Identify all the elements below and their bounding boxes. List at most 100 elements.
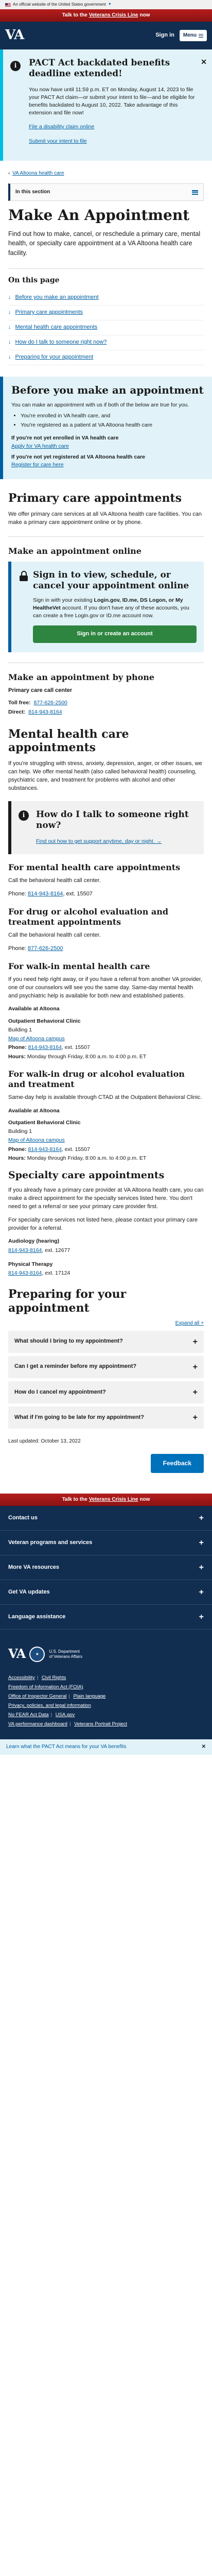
- otp-item[interactable]: ↓ Primary care appointments: [8, 306, 204, 320]
- footer-crisis-bar[interactable]: Talk to the Veterans Crisis Line now: [0, 1494, 212, 1506]
- otp-link[interactable]: Primary care appointments: [15, 309, 83, 317]
- register-care-link[interactable]: Register for care here: [11, 461, 204, 469]
- apply-health-care-link[interactable]: Apply for VA health care: [11, 443, 204, 450]
- in-section-label: In this section: [15, 189, 50, 195]
- specialty-phone[interactable]: 814-943-8164: [8, 1270, 42, 1276]
- preparing-heading: Preparing for your appointment: [8, 1287, 127, 1315]
- call-center-label: Primary care call center: [8, 687, 73, 693]
- footer-link[interactable]: Civil Rights: [42, 1675, 66, 1681]
- before-title: Before you make an appointment: [11, 383, 204, 396]
- footer-link[interactable]: Privacy, policies, and legal information: [8, 1703, 91, 1708]
- plus-icon: +: [192, 1388, 198, 1397]
- drug-phone[interactable]: 877-626-2500: [28, 945, 63, 952]
- specialty-name: Audiology (hearing): [8, 1238, 60, 1245]
- file-claim-link[interactable]: File a disability claim online: [29, 123, 196, 131]
- footer-link[interactable]: No FEAR Act Data: [8, 1712, 49, 1718]
- info-icon: i: [10, 61, 21, 71]
- walkin-drug-clinic: Available at Altoona Outpatient Behavior…: [8, 1107, 204, 1162]
- otp-link[interactable]: Before you make an appointment: [15, 294, 99, 302]
- clinic-available: Available at Altoona: [8, 1107, 60, 1114]
- before-appointment-box: Before you make an appointment You can m…: [0, 376, 212, 480]
- direct-phone[interactable]: 814-943-8164: [28, 709, 62, 715]
- pact-act-bottom-banner[interactable]: Learn what the PACT Act means for your V…: [0, 1739, 212, 1755]
- preparing-accordion: What should I bring to my appointment? + …: [8, 1330, 204, 1429]
- arrow-down-icon: ↓: [8, 353, 11, 360]
- otp-item[interactable]: ↓ How do I talk to someone right now?: [8, 335, 204, 350]
- menu-button[interactable]: Menu: [179, 29, 207, 42]
- mental-health-text: If you're struggling with stress, anxiet…: [8, 760, 202, 791]
- walkin-clinic: Available at Altoona Outpatient Behavior…: [8, 1005, 204, 1060]
- sign-in-link[interactable]: Sign in: [155, 31, 174, 40]
- crisis-link[interactable]: Veterans Crisis Line: [89, 12, 138, 20]
- footer-accordion-programs[interactable]: Veteran programs and services +: [0, 1531, 212, 1556]
- footer-link[interactable]: VA performance dashboard: [8, 1721, 67, 1727]
- otp-item[interactable]: ↓ Before you make an appointment: [8, 291, 204, 306]
- accordion-item[interactable]: What if I'm going to be late for my appo…: [8, 1406, 204, 1429]
- pact-banner-text: Learn what the PACT Act means for your V…: [6, 1744, 127, 1750]
- footer-dept: U.S. Department of Veterans Affairs: [49, 1649, 83, 1659]
- footer-accordion-resources[interactable]: More VA resources +: [0, 1555, 212, 1581]
- va-logo[interactable]: VA: [5, 26, 24, 45]
- otp-link[interactable]: Preparing for your appointment: [15, 353, 94, 362]
- footer-link[interactable]: Freedom of Information Act (FOIA): [8, 1684, 83, 1690]
- accordion-item[interactable]: How do I cancel my appointment? +: [8, 1381, 204, 1404]
- talk-now-title: How do I talk to someone right now?: [36, 809, 189, 831]
- footer-link[interactable]: Plain language: [73, 1693, 105, 1699]
- in-this-section-menu[interactable]: In this section: [8, 183, 204, 201]
- footer-link[interactable]: USA.gov: [56, 1712, 75, 1718]
- footer-accordion-language[interactable]: Language assistance +: [0, 1605, 212, 1630]
- pact-act-alert: i ✕ PACT Act backdated benefits deadline…: [0, 49, 212, 161]
- campus-map-link[interactable]: Map of Altoona campus: [8, 1036, 65, 1042]
- footer-link[interactable]: Office of Inspector General: [8, 1693, 66, 1699]
- footer-logo[interactable]: VA ★ U.S. Department of Veterans Affairs: [0, 1630, 212, 1671]
- before-question-enroll: If you're not yet enrolled in VA health …: [11, 435, 119, 442]
- footer-link[interactable]: Veterans Portrait Project: [74, 1721, 127, 1727]
- talk-now-box: i How do I talk to someone right now? Fi…: [8, 801, 204, 854]
- campus-map-link[interactable]: Map of Altoona campus: [8, 1137, 65, 1143]
- otp-link[interactable]: Mental health care appointments: [15, 324, 98, 332]
- footer-accordion-updates[interactable]: Get VA updates +: [0, 1580, 212, 1605]
- mh-appt-phone-line: Phone: 814-943-8164, ext. 15507: [8, 890, 93, 897]
- divider: [8, 536, 204, 537]
- signin-create-button[interactable]: Sign in or create an account: [33, 625, 197, 643]
- lock-icon: [20, 570, 28, 581]
- close-icon[interactable]: ✕: [201, 57, 207, 67]
- expand-all-button[interactable]: Expand all +: [175, 1320, 204, 1328]
- get-support-link[interactable]: Find out how to get support anytime, day…: [36, 838, 162, 844]
- feedback-button[interactable]: Feedback: [150, 1453, 204, 1473]
- mh-appt-text: Call the behavioral health call center.: [8, 877, 101, 884]
- clinic-available: Available at Altoona: [8, 1006, 60, 1012]
- on-this-page: On this page ↓ Before you make an appoint…: [8, 268, 204, 365]
- accordion-item[interactable]: Can I get a reminder before my appointme…: [8, 1355, 204, 1379]
- specialty-phone[interactable]: 814-943-8164: [8, 1247, 42, 1253]
- otp-item[interactable]: ↓ Preparing for your appointment: [8, 350, 204, 365]
- close-icon[interactable]: ✕: [202, 1743, 206, 1751]
- alert-body: You now have until 11:59 p.m. ET on Mond…: [29, 86, 195, 116]
- accordion-item[interactable]: What should I bring to my appointment? +: [8, 1330, 204, 1353]
- signin-box-text: Sign in with your existing Login.gov, ID…: [33, 597, 189, 619]
- crisis-line-bar[interactable]: Talk to the Veterans Crisis Line now: [0, 9, 212, 22]
- walkin-drug-text: Same-day help is available through CTAD …: [8, 1094, 202, 1100]
- clinic-phone[interactable]: 814-943-8164: [28, 1146, 62, 1153]
- signin-box-title: Sign in to view, schedule, or cancel you…: [33, 569, 189, 591]
- intent-to-file-link[interactable]: Submit your intent to file: [29, 138, 196, 145]
- clinic-phone[interactable]: 814-943-8164: [28, 1044, 62, 1050]
- phone-heading: Make an appointment by phone: [8, 672, 155, 682]
- info-icon: i: [19, 810, 29, 821]
- breadcrumb-link[interactable]: VA Altoona health care: [12, 171, 64, 176]
- before-lead: You can make an appointment with us if b…: [11, 401, 189, 408]
- otp-item[interactable]: ↓ Mental health care appointments: [8, 320, 204, 335]
- gov-banner[interactable]: An official website of the United States…: [0, 0, 212, 9]
- otp-link[interactable]: How do I talk to someone right now?: [15, 338, 107, 347]
- footer-accordion-contact[interactable]: Contact us +: [0, 1506, 212, 1531]
- on-this-page-heading: On this page: [8, 276, 60, 284]
- hamburger-icon: [199, 33, 203, 38]
- arrow-down-icon: ↓: [8, 338, 11, 345]
- mh-appt-phone[interactable]: 814-943-8164: [28, 891, 63, 897]
- clinic-name: Outpatient Behavioral Clinic: [8, 1119, 81, 1126]
- direct-line: Direct: 814-943-8164: [8, 708, 62, 715]
- footer-link[interactable]: Accessibility: [8, 1675, 35, 1681]
- toll-free-phone[interactable]: 877-626-2500: [33, 700, 67, 706]
- footer-crisis-link[interactable]: Veterans Crisis Line: [89, 1496, 138, 1504]
- va-seal-icon: ★: [29, 1646, 45, 1662]
